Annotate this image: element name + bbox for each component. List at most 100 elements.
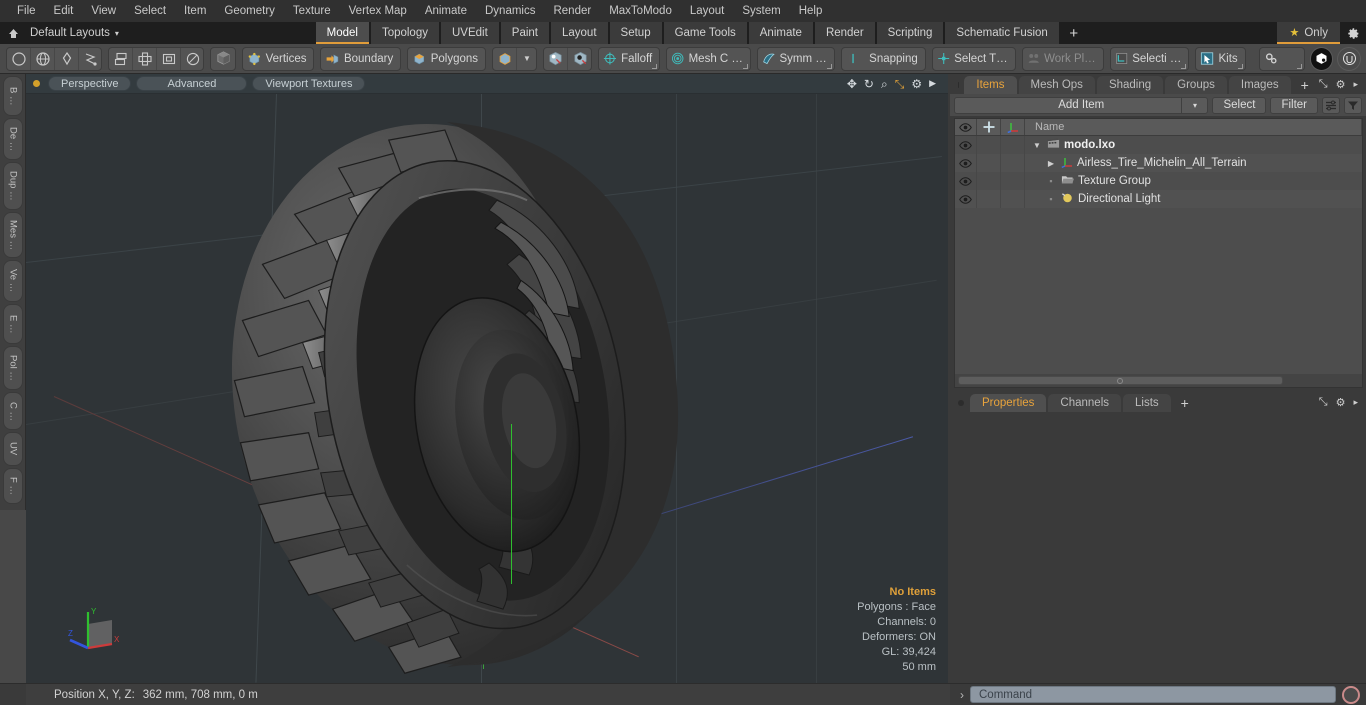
row-transform-cell[interactable] (1001, 172, 1025, 190)
action-center-button[interactable]: Falloff (599, 48, 659, 70)
row-name-cell[interactable]: ▶ Airless_Tire_Michelin_All_Terrain (1025, 154, 1362, 172)
row-transform-cell[interactable] (1001, 136, 1025, 154)
tab-groups[interactable]: Groups (1165, 76, 1227, 94)
column-header-name[interactable]: Name (1025, 119, 1362, 135)
panel-gear-icon[interactable]: ⚙ (1336, 78, 1346, 91)
viewport-textures-dropdown[interactable]: Viewport Textures (252, 76, 366, 91)
layout-tab-model[interactable]: Model (314, 22, 370, 44)
mesh-constraint-button[interactable]: Symm … (758, 48, 834, 70)
work-plane-button[interactable]: Selecti … (1111, 48, 1189, 70)
menu-item-animate[interactable]: Animate (416, 0, 476, 22)
menu-item-help[interactable]: Help (790, 0, 832, 22)
chevron-right-icon[interactable]: ▶ (1045, 159, 1057, 168)
rotate-view-icon[interactable]: ↻ (864, 78, 874, 90)
left-tab-mesh-edit[interactable]: Mes … (3, 212, 23, 258)
array-icon[interactable] (109, 47, 134, 70)
curve-icon[interactable] (79, 48, 101, 70)
row-transform-cell[interactable] (1001, 154, 1025, 172)
cube-icon[interactable] (211, 48, 235, 70)
left-tab-vertex[interactable]: Ve … (3, 260, 23, 302)
axis-icon[interactable] (1001, 119, 1025, 135)
tab-shading[interactable]: Shading (1096, 76, 1164, 94)
list-options-icon[interactable] (1322, 96, 1340, 114)
kits-button[interactable] (1260, 48, 1304, 70)
layout-tab-game-tools[interactable]: Game Tools (662, 22, 748, 44)
scrollbar-thumb[interactable] (958, 376, 1283, 385)
menu-item-system[interactable]: System (733, 0, 789, 22)
viewport-shading-dropdown[interactable]: Advanced (136, 76, 248, 91)
menu-item-texture[interactable]: Texture (284, 0, 340, 22)
default-layouts-dropdown[interactable]: Default Layouts ▾ (26, 22, 129, 44)
chevron-down-icon[interactable]: ▾ (1181, 96, 1207, 114)
menu-item-edit[interactable]: Edit (45, 0, 83, 22)
zoom-view-icon[interactable]: ⌕ (881, 78, 888, 90)
crosshair-icon[interactable] (977, 119, 1001, 135)
vertices-mode-button[interactable]: Vertices (243, 48, 314, 70)
items-tree-hscrollbar[interactable] (955, 374, 1362, 387)
select-button[interactable]: Select (1212, 96, 1267, 114)
add-item-button[interactable]: Add Item ▾ (954, 96, 1209, 114)
bevel-icon[interactable] (157, 47, 182, 70)
left-tab-edge[interactable]: E … (3, 304, 23, 344)
menu-item-file[interactable]: File (8, 0, 45, 22)
tab-images[interactable]: Images (1228, 76, 1291, 94)
filter-button[interactable]: Filter (1270, 96, 1318, 114)
table-row[interactable]: ▶ Airless_Tire_Michelin_All_Terrain (955, 154, 1362, 172)
row-visibility-toggle[interactable] (955, 190, 977, 208)
menu-item-geometry[interactable]: Geometry (215, 0, 284, 22)
falloff-button[interactable]: Mesh C … (667, 48, 750, 70)
selection-tool-button[interactable]: Kits (1196, 48, 1244, 70)
tire-3d-model[interactable] (26, 94, 948, 675)
add-panel-tab-button[interactable]: + (1293, 76, 1317, 94)
chevron-down-icon[interactable]: ▼ (1031, 141, 1043, 150)
row-lock-cell[interactable] (977, 154, 1001, 172)
unreal-badge-icon[interactable] (1337, 46, 1361, 71)
row-name-cell[interactable]: ▪ Directional Light (1025, 190, 1362, 208)
snapping-button[interactable]: Select T… (933, 48, 1015, 70)
gear-icon[interactable] (1340, 22, 1366, 44)
left-tab-deform[interactable]: De … (3, 118, 23, 160)
layout-tab-scripting[interactable]: Scripting (875, 22, 945, 44)
left-tab-curve[interactable]: C … (3, 392, 23, 430)
menu-item-view[interactable]: View (82, 0, 125, 22)
layout-tab-topology[interactable]: Topology (369, 22, 440, 44)
boundary-mode-button[interactable]: Boundary (321, 48, 400, 70)
left-tab-polygon[interactable]: Pol … (3, 346, 23, 390)
layout-tab-paint[interactable]: Paint (499, 22, 550, 44)
snap-b-icon[interactable] (568, 48, 591, 70)
add-layout-tab-button[interactable]: + (1059, 22, 1088, 44)
expand-panel-icon[interactable]: ⤡ (1319, 78, 1328, 91)
panel-gear-icon[interactable]: ⚙ (1336, 396, 1346, 409)
menu-item-vertex-map[interactable]: Vertex Map (340, 0, 416, 22)
table-row[interactable]: ▪ Texture Group (955, 172, 1362, 190)
row-lock-cell[interactable] (977, 136, 1001, 154)
tab-mesh-ops[interactable]: Mesh Ops (1018, 76, 1095, 94)
record-icon[interactable] (1342, 685, 1360, 704)
menu-item-select[interactable]: Select (125, 0, 175, 22)
fit-view-icon[interactable]: ⤡ (895, 78, 905, 90)
tab-properties[interactable]: Properties (970, 394, 1047, 412)
move-view-icon[interactable]: ✥ (847, 78, 857, 90)
layout-tab-uvedit[interactable]: UVEdit (439, 22, 500, 44)
menu-item-render[interactable]: Render (544, 0, 600, 22)
left-tab-duplicate[interactable]: Dup … (3, 162, 23, 210)
pen-icon[interactable] (55, 47, 79, 70)
circle-icon[interactable] (7, 47, 31, 70)
panel-menu-icon[interactable]: ▸ (1353, 397, 1358, 408)
tab-items[interactable]: Items (964, 76, 1017, 94)
row-visibility-toggle[interactable] (955, 172, 977, 190)
row-name-cell[interactable]: ▼ modo.lxo (1025, 136, 1362, 154)
panel-menu-icon[interactable]: ▸ (1353, 79, 1358, 90)
table-row[interactable]: ▼ modo.lxo (955, 136, 1362, 154)
tab-channels[interactable]: Channels (1048, 394, 1122, 412)
row-name-cell[interactable]: ▪ Texture Group (1025, 172, 1362, 190)
row-visibility-toggle[interactable] (955, 136, 977, 154)
left-tab-fusion[interactable]: F … (3, 468, 23, 504)
row-transform-cell[interactable] (1001, 190, 1025, 208)
row-lock-cell[interactable] (977, 190, 1001, 208)
layout-tab-render[interactable]: Render (813, 22, 876, 44)
menu-item-dynamics[interactable]: Dynamics (476, 0, 544, 22)
cube-orange-icon[interactable] (493, 47, 518, 70)
layout-tab-animate[interactable]: Animate (747, 22, 814, 44)
add-properties-tab-button[interactable]: + (1173, 394, 1197, 412)
